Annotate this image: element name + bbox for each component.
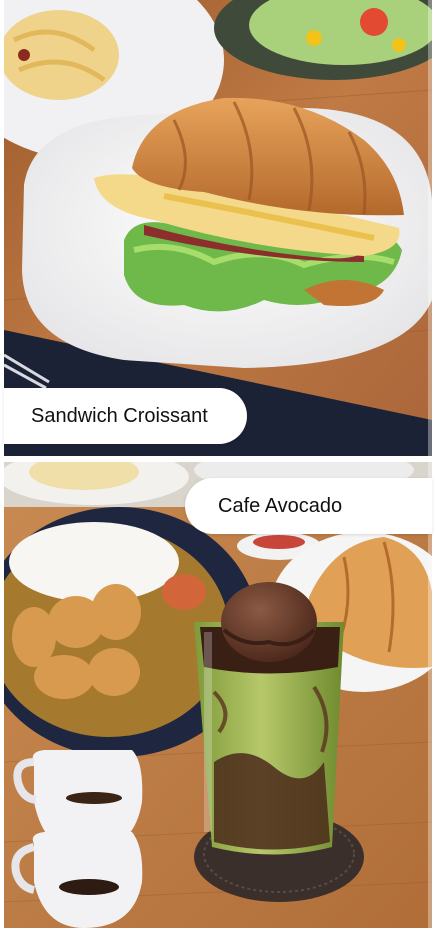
food-gallery: Sandwich Croissant Cafe Avocado [0, 0, 436, 934]
cafe-avocado-caption[interactable]: Cafe Avocado [185, 478, 432, 534]
sandwich-croissant-caption[interactable]: Sandwich Croissant [4, 388, 247, 444]
